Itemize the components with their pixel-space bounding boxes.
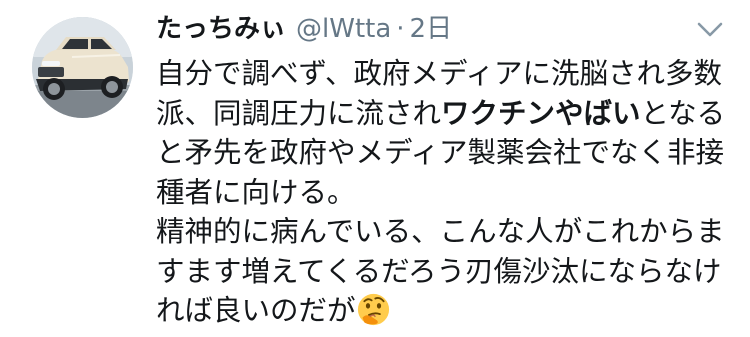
tweet-text: 自分で調べず、政府メディアに洗脳され多数 派、同調圧力に流されワクチンやばいとな… bbox=[156, 54, 736, 331]
car-photo-icon bbox=[32, 17, 133, 118]
tweet-text-line: 派、同調圧力に流されワクチンやばいとなる bbox=[156, 96, 726, 130]
tweet-text-line: 自分で調べず、政府メディアに洗脳され多数 bbox=[156, 57, 723, 90]
avatar[interactable] bbox=[32, 17, 133, 118]
tweet-text-line: と矛先を政府やメディア製薬会社でなく非接 bbox=[156, 136, 725, 169]
tweet-text-line: れば良いのだが bbox=[156, 291, 736, 331]
timestamp[interactable]: 2日 bbox=[410, 12, 453, 46]
tweet: たっちみぃ @lWtta · 2日 自分で調べず、政府メディアに洗脳され多数 派… bbox=[0, 0, 750, 330]
display-name[interactable]: たっちみぃ bbox=[156, 12, 286, 46]
separator-dot: · bbox=[396, 14, 405, 44]
thinking-face-icon bbox=[357, 293, 390, 326]
bold-phrase: ワクチンやばい bbox=[441, 96, 641, 130]
chevron-down-icon[interactable] bbox=[693, 16, 727, 44]
tweet-text-line: すます増えてくるだろう刃傷沙汰にならなけ bbox=[156, 254, 722, 288]
tweet-text-line: 精神的に病んでいる、こんな人がこれからま bbox=[156, 215, 725, 248]
tweet-text-line: 種者に向ける。 bbox=[156, 175, 356, 209]
tweet-header: たっちみぃ @lWtta · 2日 bbox=[156, 12, 452, 46]
user-handle[interactable]: @lWtta bbox=[296, 12, 391, 46]
